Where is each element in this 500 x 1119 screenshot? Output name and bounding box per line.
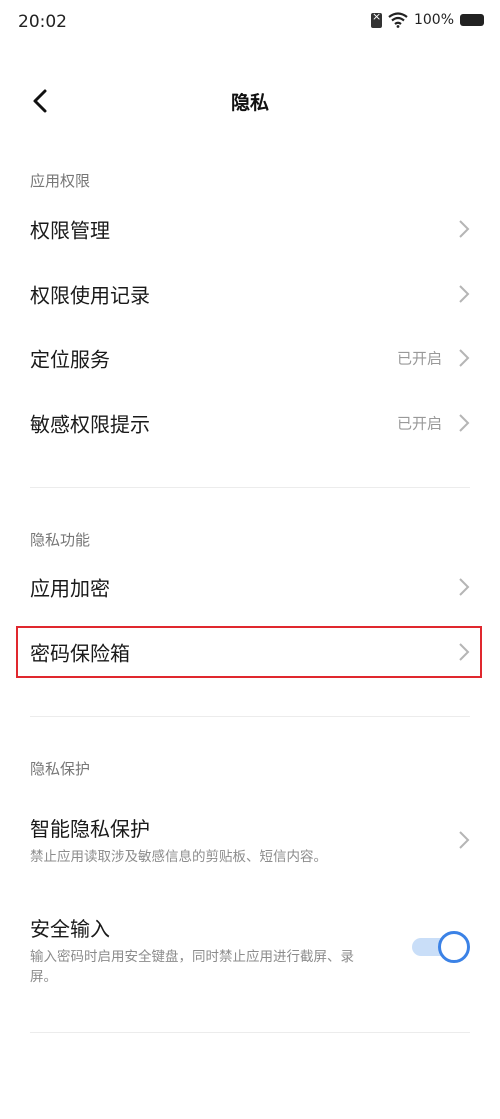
header: 隐私 [0,78,500,126]
toggle-knob [438,931,470,963]
row-subtitle: 输入密码时启用安全键盘，同时禁止应用进行截屏、录屏。 [30,949,354,985]
status-bar: 20:02 100% [0,0,500,46]
section-label-app-permissions: 应用权限 [30,172,91,190]
section-divider [30,1032,470,1033]
row-title: 智能隐私保护 [30,817,150,841]
row-title: 权限使用记录 [30,283,150,308]
row-smart-privacy-protection[interactable]: 智能隐私保护 禁止应用读取涉及敏感信息的剪贴板、短信内容。 [0,805,500,875]
chevron-right-icon [459,831,470,849]
page-title: 隐私 [230,92,269,114]
row-title: 敏感权限提示 [30,412,150,437]
status-icons: 100% [370,10,484,28]
chevron-right-icon [459,220,470,238]
row-permission-usage-records[interactable]: 权限使用记录 [0,262,500,326]
chevron-right-icon [459,578,470,596]
row-title: 安全输入 [30,917,110,941]
chevron-right-icon [459,349,470,367]
status-text: 已开启 [396,349,442,368]
row-permission-management[interactable]: 权限管理 [0,197,500,261]
row-location-service[interactable]: 定位服务 已开启 [0,326,500,390]
battery-icon [460,14,484,26]
chevron-right-icon [459,285,470,303]
status-time: 20:02 [18,12,67,32]
section-divider [30,487,470,488]
row-title: 应用加密 [30,576,110,601]
row-subtitle: 禁止应用读取涉及敏感信息的剪贴板、短信内容。 [30,849,327,865]
highlight-box [16,626,482,678]
section-label-privacy-protection: 隐私保护 [30,760,91,778]
status-text: 已开启 [396,414,442,433]
sim-card-icon [370,10,382,28]
row-title: 权限管理 [30,218,110,243]
row-title: 定位服务 [30,347,110,372]
row-sensitive-permission-prompt[interactable]: 敏感权限提示 已开启 [0,391,500,455]
row-app-encryption[interactable]: 应用加密 [0,555,500,619]
section-label-privacy-features: 隐私功能 [30,531,91,549]
section-divider [30,716,470,717]
wifi-icon [388,12,408,28]
battery-percent: 100% [413,12,454,28]
secure-input-toggle[interactable] [412,930,470,964]
chevron-right-icon [459,414,470,432]
